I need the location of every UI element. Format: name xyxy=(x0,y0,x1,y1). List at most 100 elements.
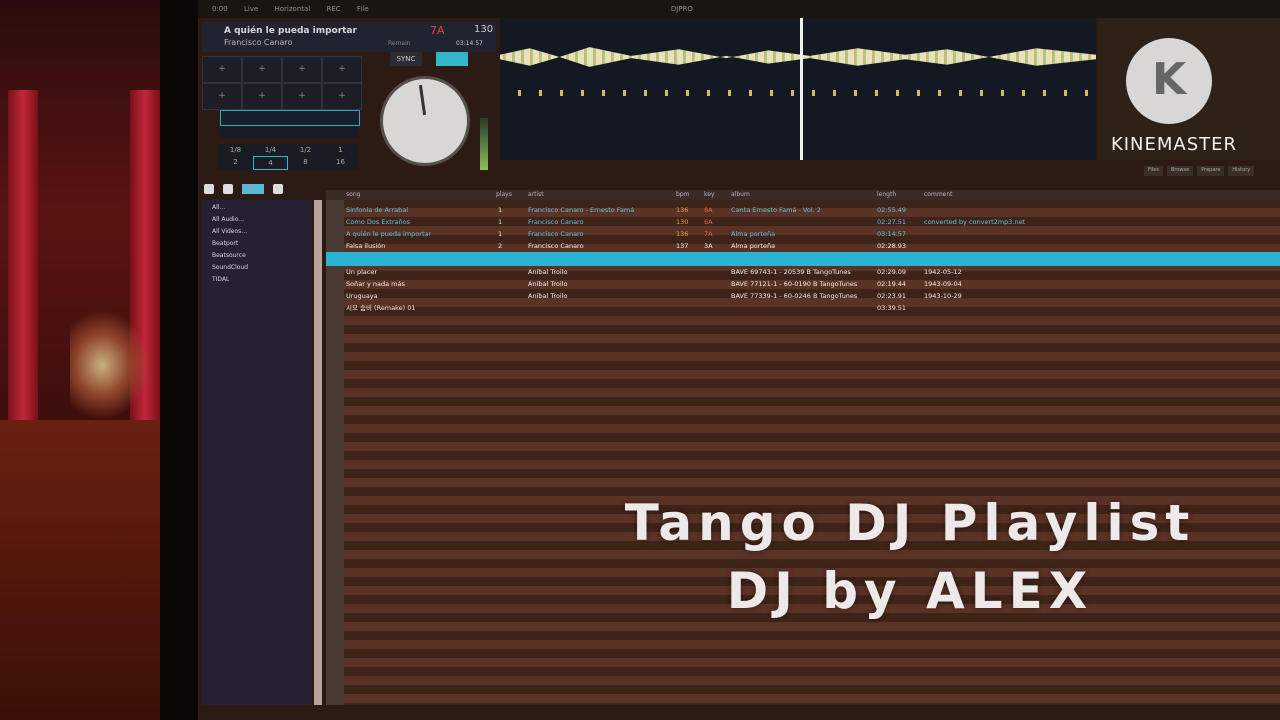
length-cell: 02:28.93 xyxy=(877,242,907,250)
waveform-display[interactable] xyxy=(500,18,1096,160)
pad[interactable]: + xyxy=(322,83,362,110)
key-cell: 3A xyxy=(704,242,713,250)
sidebar-scrollbar[interactable] xyxy=(314,200,322,705)
overlay-title: Tango DJ Playlist xyxy=(624,494,1196,552)
table-row[interactable]: Un placer Aníbal Troilo BAVE 69743-1 - 2… xyxy=(326,266,1280,278)
browse-button[interactable]: Browse xyxy=(1166,166,1194,176)
col-key[interactable]: key xyxy=(704,190,715,200)
table-row[interactable]: Falsa ilusión 2 Francisco Canaro 137 3A … xyxy=(326,240,1280,252)
deck-track-artist: Francisco Canaro xyxy=(224,38,293,47)
comment-cell: 1943-09-04 xyxy=(924,280,962,288)
files-button[interactable]: Files xyxy=(1144,166,1163,176)
table-row[interactable]: 시모 숨비 (Remake) 01 03:39.51 xyxy=(326,302,1280,314)
bpm-cell: 130 xyxy=(676,218,689,226)
col-bpm[interactable]: bpm xyxy=(676,190,689,200)
col-length[interactable]: length xyxy=(877,190,896,200)
bpm-cell: 136 xyxy=(676,230,689,238)
loop-button[interactable]: 1/2 xyxy=(288,144,323,156)
key-cell: 7A xyxy=(704,230,713,238)
master-button[interactable] xyxy=(436,52,468,66)
tango-hall-background xyxy=(0,0,175,720)
song-cell: Como Dos Extraños xyxy=(346,218,410,226)
playhead xyxy=(800,18,803,160)
key-cell: 6A xyxy=(704,218,713,226)
table-row[interactable]: Como Dos Extraños 1 Francisco Canaro 130… xyxy=(326,216,1280,228)
pad[interactable]: + xyxy=(202,83,242,110)
sampler-slot[interactable] xyxy=(220,110,360,126)
sidebar-item-all[interactable]: All... xyxy=(212,204,312,214)
col-comment[interactable]: comment xyxy=(924,190,953,200)
prepare-button[interactable]: Prepare xyxy=(1197,166,1225,176)
song-cell: A quién le pueda importar xyxy=(346,230,432,238)
file-menu[interactable]: File xyxy=(357,5,369,13)
artist-cell: Francisco Canaro - Ernesto Famá xyxy=(528,206,635,214)
deck-track-title: A quién le pueda importar xyxy=(224,26,357,36)
album-cell: BAVE 77121-1 - 60-0190 B TangoTunes xyxy=(731,280,858,288)
song-cell: 시모 숨비 (Remake) 01 xyxy=(346,304,416,312)
pad[interactable]: + xyxy=(202,56,242,83)
comment-cell: 1942-05-12 xyxy=(924,268,962,276)
col-album[interactable]: album xyxy=(731,190,750,200)
video-title-overlay: Tango DJ Playlist DJ by ALEX xyxy=(560,488,1260,624)
sidebar-item-beatsource[interactable]: Beatsource xyxy=(212,252,312,262)
song-cell: Sinfonía de Arrabal xyxy=(346,206,409,214)
table-row[interactable]: Sinfonía de Arrabal 1 Francisco Canaro -… xyxy=(326,204,1280,216)
sampler-slot[interactable] xyxy=(220,126,358,138)
folder-icon[interactable] xyxy=(204,184,214,194)
artist-cell: Aníbal Troilo xyxy=(528,292,568,300)
loop-button[interactable]: 1/4 xyxy=(253,144,288,156)
red-curtain xyxy=(8,90,38,420)
loop-button[interactable]: 8 xyxy=(288,156,323,170)
loop-button-selected[interactable]: 4 xyxy=(253,156,288,170)
list-view-icon[interactable] xyxy=(273,184,284,194)
jog-needle xyxy=(418,84,427,116)
table-row-selected[interactable] xyxy=(326,252,1280,266)
jog-wheel[interactable] xyxy=(380,76,470,166)
sidebar-item-all-audio[interactable]: All Audio... xyxy=(212,216,312,226)
deck-bpm: 130 xyxy=(474,24,494,35)
rec-button[interactable]: REC xyxy=(326,5,340,13)
sidebar-item-beatport[interactable]: Beatport xyxy=(212,240,312,250)
pad[interactable]: + xyxy=(242,56,282,83)
artist-cell: Aníbal Troilo xyxy=(528,268,568,276)
monitor-bezel xyxy=(160,0,202,720)
table-row[interactable]: A quién le pueda importar 1 Francisco Ca… xyxy=(326,228,1280,240)
sidebar-item-soundcloud[interactable]: SoundCloud xyxy=(212,264,312,274)
live-button[interactable]: Live xyxy=(244,5,258,13)
table-row[interactable]: Soñar y nada más Aníbal Troilo BAVE 7712… xyxy=(326,278,1280,290)
col-song[interactable]: song xyxy=(346,190,360,200)
sync-button[interactable]: SYNC xyxy=(390,52,422,66)
browser-toolbar xyxy=(202,180,322,198)
bpm-cell: 137 xyxy=(676,242,689,250)
kinemaster-wordmark: KINEMASTER xyxy=(1110,134,1238,155)
hot-cue-pads: + + + + + + + + xyxy=(202,56,362,110)
loop-button[interactable]: 1 xyxy=(323,144,358,156)
plays-cell: 1 xyxy=(498,206,503,214)
album-cell: BAVE 69743-1 - 20539 B TangoTunes xyxy=(731,268,851,276)
plays-cell: 2 xyxy=(498,242,503,250)
length-cell: 03:39.51 xyxy=(877,304,907,312)
pad[interactable]: + xyxy=(282,83,322,110)
layout-select[interactable]: Horizontal xyxy=(275,5,311,13)
kinemaster-watermark: K KINEMASTER xyxy=(1094,36,1254,166)
key-cell: 8A xyxy=(704,206,713,214)
loop-button[interactable]: 16 xyxy=(323,156,358,170)
pad[interactable]: + xyxy=(242,83,282,110)
length-cell: 02:55.49 xyxy=(877,206,907,214)
col-plays[interactable]: plays xyxy=(496,190,512,200)
sampler-icon[interactable] xyxy=(223,184,234,194)
comment-cell: converted by convert2mp3.net xyxy=(924,218,1026,226)
grid-view-icon[interactable] xyxy=(242,184,265,194)
history-button[interactable]: History xyxy=(1228,166,1255,176)
loop-button[interactable]: 1/8 xyxy=(218,144,253,156)
pad[interactable]: + xyxy=(282,56,322,83)
browser-mode-buttons: Files Browse Prepare History xyxy=(1144,166,1280,176)
loop-button[interactable]: 2 xyxy=(218,156,253,170)
col-artist[interactable]: artist xyxy=(528,190,544,200)
track-list-header: song plays artist bpm key album length c… xyxy=(326,190,1280,200)
sidebar-item-tidal[interactable]: TIDAL xyxy=(212,276,312,286)
pad[interactable]: + xyxy=(322,56,362,83)
artist-cell: Francisco Canaro xyxy=(528,218,584,226)
table-row[interactable]: Uruguaya Aníbal Troilo BAVE 77339-1 - 60… xyxy=(326,290,1280,302)
sidebar-item-all-videos[interactable]: All Videos... xyxy=(212,228,312,238)
